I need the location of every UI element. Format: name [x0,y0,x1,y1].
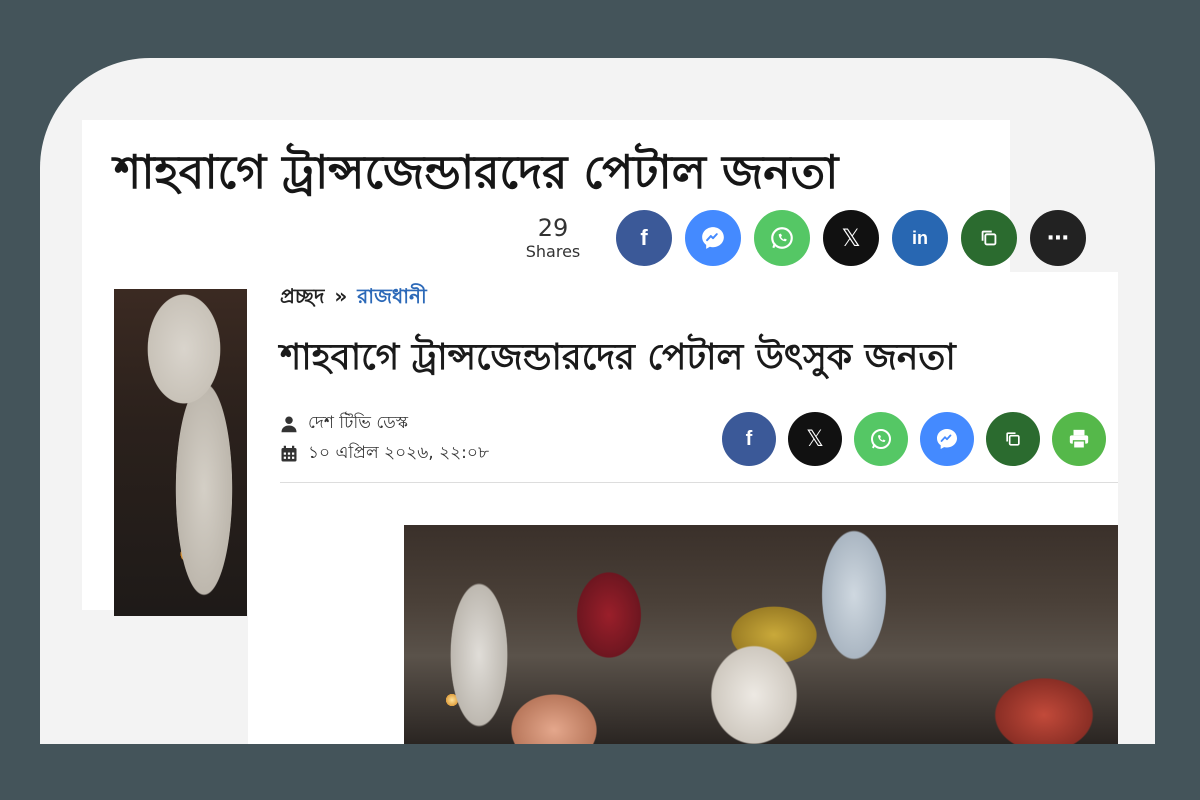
back-linkedin-share-button[interactable]: in [892,210,948,266]
shares-label: Shares [525,242,581,261]
back-more-share-button[interactable]: ⋯ [1030,210,1086,266]
back-facebook-share-button[interactable]: f [616,210,672,266]
messenger-icon [702,227,724,249]
front-whatsapp-share-button[interactable] [854,412,908,466]
front-facebook-share-button[interactable]: f [722,412,776,466]
breadcrumb: প্রচ্ছদ » রাজধানী [280,282,427,315]
breadcrumb-category-link[interactable]: রাজধানী [357,284,426,308]
meta-divider [280,482,1118,483]
calendar-icon [280,445,298,463]
front-print-button[interactable] [1052,412,1106,466]
x-icon: 𝕏 [841,224,861,252]
screenshot-collage-card: শাহবাগে ট্রান্সজেন্ডারদের পেটাল জনতা 29 … [40,58,1155,744]
messenger-icon [937,429,957,449]
facebook-icon: f [640,225,648,250]
front-article-screenshot: প্রচ্ছদ » রাজধানী শাহবাগে ট্রান্সজেন্ডারদে… [248,272,1118,744]
whatsapp-icon [771,227,793,249]
back-messenger-share-button[interactable] [685,210,741,266]
front-article-title: শাহবাগে ট্রান্সজেন্ডারদের পেটাল উৎসুক জন… [280,337,956,378]
breadcrumb-home-link[interactable]: প্রচ্ছদ [280,284,324,308]
shares-counter: 29 Shares [498,214,608,262]
author-name: দেশ টিভি ডেস্ক [308,413,409,433]
publish-date: ১০ এপ্রিল ২০২৬, ২২:০৮ [308,443,489,463]
front-article-photo [404,525,1118,744]
author-line: দেশ টিভি ডেস্ক [280,410,408,438]
print-icon [1069,429,1089,449]
front-messenger-share-button[interactable] [920,412,974,466]
breadcrumb-separator-icon: » [334,284,348,308]
back-article-photo [114,289,247,616]
x-icon: 𝕏 [806,426,824,452]
copy-icon [1006,432,1020,446]
back-copy-link-button[interactable] [961,210,1017,266]
front-x-share-button[interactable]: 𝕏 [788,412,842,466]
front-copy-link-button[interactable] [986,412,1040,466]
more-icon: ⋯ [1047,225,1069,251]
linkedin-icon: in [912,227,928,248]
date-line: ১০ এপ্রিল ২০২৬, ২২:০৮ [280,440,489,468]
whatsapp-icon [871,429,891,449]
user-icon [280,415,298,433]
back-article-title: শাহবাগে ট্রান্সজেন্ডারদের পেটাল জনতা [114,145,839,199]
copy-icon [981,230,997,246]
back-whatsapp-share-button[interactable] [754,210,810,266]
shares-count: 29 [537,214,569,242]
back-x-share-button[interactable]: 𝕏 [823,210,879,266]
facebook-icon: f [745,427,753,450]
